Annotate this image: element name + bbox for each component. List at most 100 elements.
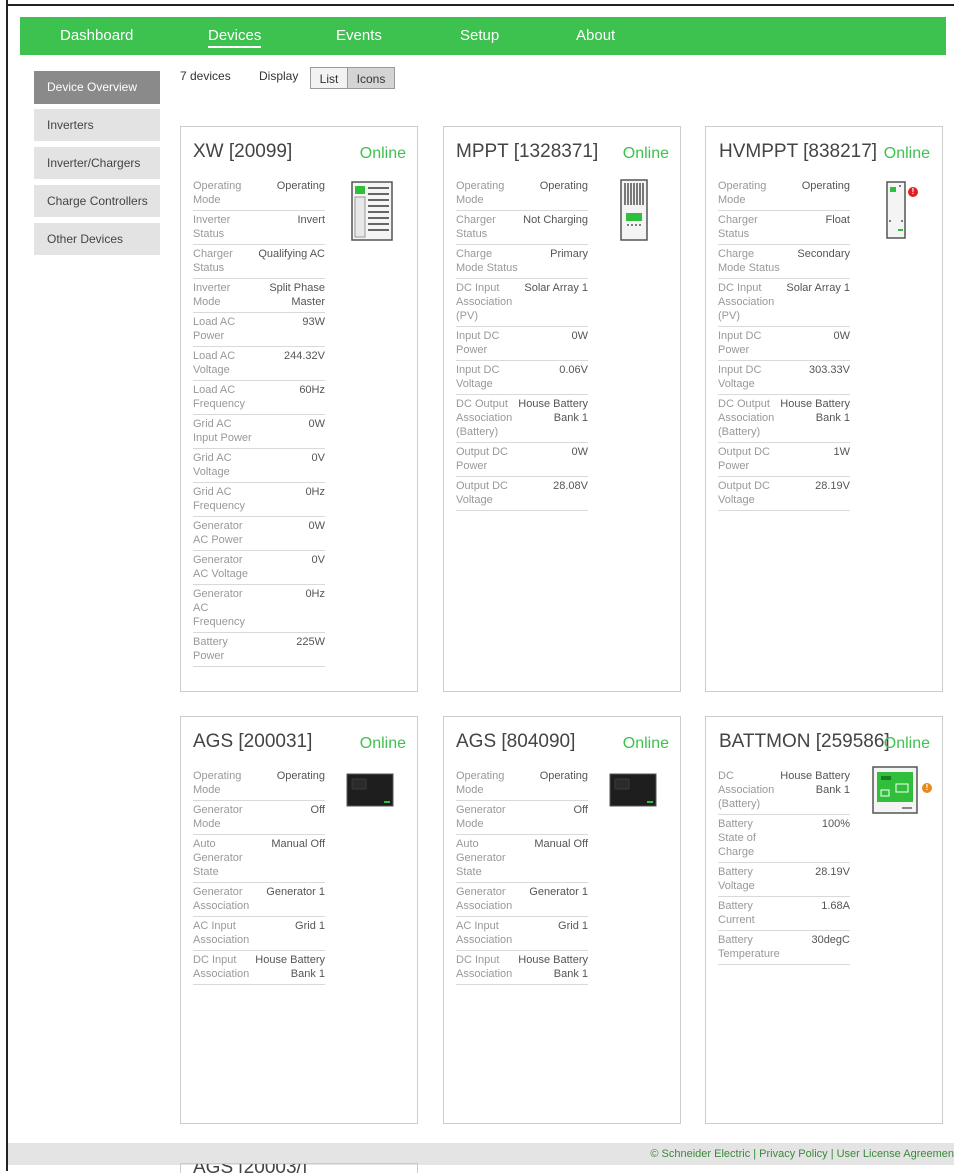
property-value: Manual Off bbox=[534, 838, 588, 850]
sidebar-item-charge-controllers[interactable]: Charge Controllers bbox=[34, 185, 160, 217]
property-value: Grid 1 bbox=[295, 920, 325, 932]
property-value: 244.32V bbox=[284, 350, 325, 362]
device-status: Online bbox=[883, 735, 930, 752]
device-status: Online bbox=[622, 145, 669, 162]
property-row: Generator Association Generator 1 bbox=[193, 883, 325, 917]
property-value: Off bbox=[310, 804, 325, 816]
property-row: Input DC Power 0W bbox=[718, 327, 850, 361]
property-label: Auto Generator State bbox=[456, 838, 506, 878]
device-card-hvmppt[interactable]: HVMPPT [838217] Online ! Operating Mode O… bbox=[705, 126, 943, 692]
device-count: 7 devices bbox=[180, 69, 231, 83]
property-row: DC Input Association House Battery Bank 1 bbox=[456, 951, 588, 985]
property-row: Inverter Status Invert bbox=[193, 211, 325, 245]
page-footer: © Schneider Electric | Privacy Policy | … bbox=[8, 1143, 954, 1165]
property-row: DC Association (Battery) House Battery Ba… bbox=[718, 767, 850, 815]
property-row: Operating Mode Operating bbox=[456, 767, 588, 801]
property-row: Charge Mode Status Secondary bbox=[718, 245, 850, 279]
device-title[interactable]: BATTMON [259586] bbox=[719, 731, 890, 753]
property-row: DC Input Association (PV) Solar Array 1 bbox=[718, 279, 850, 327]
property-row: Charge Mode Status Primary bbox=[456, 245, 588, 279]
battery-monitor-icon bbox=[872, 766, 918, 819]
property-row: Input DC Voltage 303.33V bbox=[718, 361, 850, 395]
property-value: Qualifying AC bbox=[258, 248, 325, 260]
device-card-xw[interactable]: XW [20099] Online Operating Mode Operatin… bbox=[180, 126, 418, 692]
property-row: AC Input Association Grid 1 bbox=[456, 917, 588, 951]
property-value: Float bbox=[825, 214, 850, 226]
property-value: 0Hz bbox=[305, 588, 325, 600]
property-label: DC Input Association bbox=[193, 954, 250, 980]
property-value: Invert bbox=[297, 214, 325, 226]
property-value: Operating bbox=[539, 770, 588, 782]
property-label: Operating Mode bbox=[193, 770, 242, 796]
sidebar-item-other-devices[interactable]: Other Devices bbox=[34, 223, 160, 255]
footer-links[interactable]: © Schneider Electric | Privacy Policy | … bbox=[650, 1143, 954, 1165]
device-card-battmon[interactable]: BATTMON [259586] Online ! DC Association… bbox=[705, 716, 943, 1124]
nav-dashboard[interactable]: Dashboard bbox=[60, 27, 133, 44]
error-alert-icon[interactable]: ! bbox=[908, 187, 918, 197]
sidebar-item-device-overview[interactable]: Device Overview bbox=[34, 71, 160, 104]
device-card-mppt[interactable]: MPPT [1328371] Online Operating Mode Oper… bbox=[443, 126, 681, 692]
property-row: Operating Mode Operating bbox=[193, 177, 325, 211]
property-value: 1W bbox=[833, 446, 851, 458]
property-label: Output DC Voltage bbox=[718, 480, 770, 506]
icons-view-button[interactable]: Icons bbox=[347, 67, 395, 89]
property-row: Input DC Voltage 0.06V bbox=[456, 361, 588, 395]
device-title[interactable]: MPPT [1328371] bbox=[456, 141, 598, 163]
property-row: Output DC Power 0W bbox=[456, 443, 588, 477]
property-row: Generator AC Voltage 0V bbox=[193, 551, 325, 585]
device-status: Online bbox=[622, 735, 669, 752]
property-value: House Battery Bank 1 bbox=[518, 398, 588, 424]
property-row: Input DC Power 0W bbox=[456, 327, 588, 361]
property-row: Generator Mode Off bbox=[193, 801, 325, 835]
property-value: 0V bbox=[311, 452, 325, 464]
property-label: Generator AC Power bbox=[193, 520, 243, 546]
device-title[interactable]: AGS [804090] bbox=[456, 731, 575, 753]
property-value: Off bbox=[573, 804, 588, 816]
property-label: Input DC Voltage bbox=[718, 364, 762, 390]
property-label: Battery Temperature bbox=[718, 934, 780, 960]
hv-charge-controller-icon bbox=[886, 181, 906, 244]
nav-setup[interactable]: Setup bbox=[460, 27, 499, 44]
property-row: Grid AC Input Power 0W bbox=[193, 415, 325, 449]
property-value: 0W bbox=[833, 330, 851, 342]
device-properties: Operating Mode Operating Charger Status Fl… bbox=[718, 177, 850, 511]
device-card-partial[interactable]: AGS [20003/] bbox=[180, 1163, 418, 1173]
device-title[interactable]: HVMPPT [838217] bbox=[719, 141, 877, 163]
window-frame-left bbox=[0, 0, 8, 1171]
device-card-ags-804090[interactable]: AGS [804090] Online Operating Mode Operat… bbox=[443, 716, 681, 1124]
property-row: Charger Status Qualifying AC bbox=[193, 245, 325, 279]
device-title[interactable]: AGS [20003/] bbox=[193, 1164, 307, 1173]
property-label: Inverter Status bbox=[193, 214, 231, 240]
sidebar-item-inverter-chargers[interactable]: Inverter/Chargers bbox=[34, 147, 160, 179]
property-row: Battery Power 225W bbox=[193, 633, 325, 667]
property-value: Primary bbox=[550, 248, 588, 260]
property-label: Output DC Power bbox=[718, 446, 770, 472]
property-value: 303.33V bbox=[809, 364, 850, 376]
device-properties: Operating Mode Operating Charger Status No… bbox=[456, 177, 588, 511]
property-value: House Battery Bank 1 bbox=[255, 954, 325, 980]
property-value: Generator 1 bbox=[529, 886, 588, 898]
device-card-ags-200031[interactable]: AGS [200031] Online Operating Mode Operat… bbox=[180, 716, 418, 1124]
device-title[interactable]: AGS [200031] bbox=[193, 731, 312, 753]
property-row: Operating Mode Operating bbox=[718, 177, 850, 211]
property-value: Solar Array 1 bbox=[786, 282, 850, 294]
property-label: Charger Status bbox=[193, 248, 233, 274]
nav-about[interactable]: About bbox=[576, 27, 615, 44]
list-view-button[interactable]: List bbox=[310, 67, 348, 89]
property-row: Battery Current 1.68A bbox=[718, 897, 850, 931]
property-label: Generator AC Frequency bbox=[193, 588, 245, 628]
property-row: Load AC Voltage 244.32V bbox=[193, 347, 325, 381]
nav-events[interactable]: Events bbox=[336, 27, 382, 44]
property-row: Output DC Voltage 28.19V bbox=[718, 477, 850, 511]
property-label: Generator Mode bbox=[193, 804, 243, 830]
warning-alert-icon[interactable]: ! bbox=[922, 783, 932, 793]
property-row: Generator AC Frequency 0Hz bbox=[193, 585, 325, 633]
property-row: Inverter Mode Split Phase Master bbox=[193, 279, 325, 313]
window-frame-top bbox=[0, 0, 954, 6]
property-row: Generator Mode Off bbox=[456, 801, 588, 835]
sidebar-item-inverters[interactable]: Inverters bbox=[34, 109, 160, 141]
nav-devices[interactable]: Devices bbox=[208, 27, 262, 48]
device-properties: Operating Mode Operating Generator Mode Of… bbox=[193, 767, 325, 985]
property-label: DC Input Association (PV) bbox=[456, 282, 513, 322]
device-title[interactable]: XW [20099] bbox=[193, 141, 292, 163]
